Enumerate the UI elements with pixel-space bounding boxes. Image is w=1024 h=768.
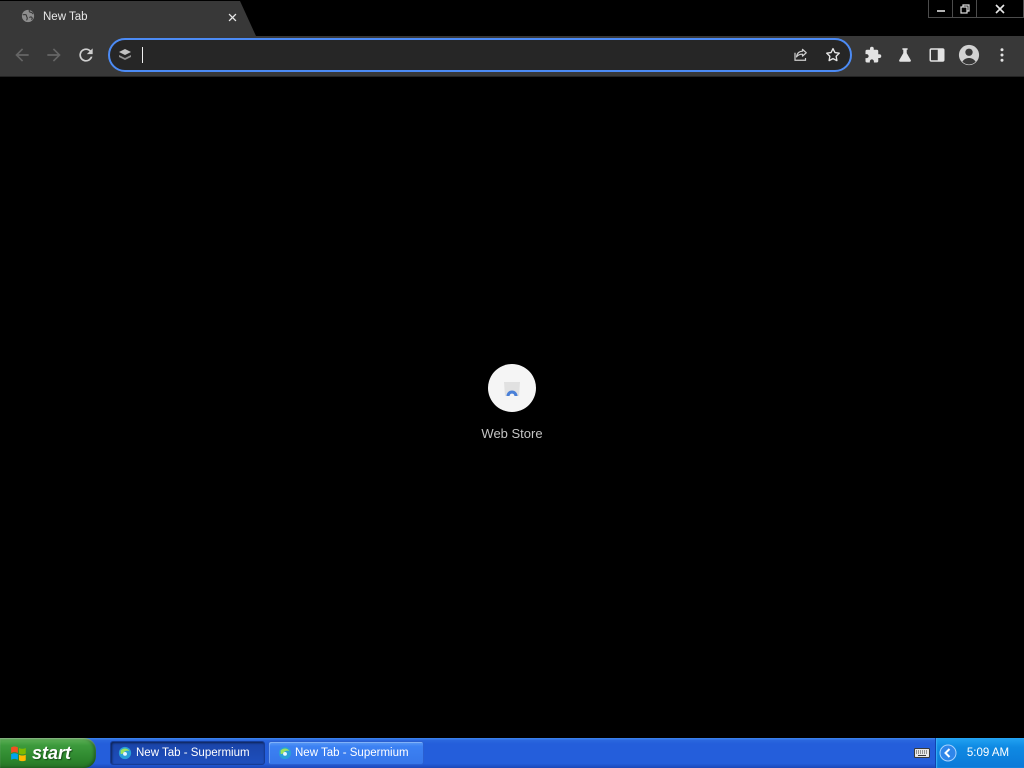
start-label: start [32,743,72,763]
side-panel-icon [929,48,945,62]
shortcut-tile-web-store[interactable]: Web Store [464,352,560,448]
taskbar-window-label: New Tab - Supermium [295,747,409,759]
labs-button[interactable] [891,41,919,69]
tab-close-button[interactable] [224,9,240,25]
arrow-left-icon [15,48,29,62]
shortcut-label: Web Store [481,426,543,441]
close-icon [995,3,1005,14]
restore-icon [959,3,970,14]
text-caret [142,47,143,63]
show-hidden-icons-button[interactable] [939,744,957,762]
share-icon [794,48,807,61]
start-button[interactable]: start [0,738,96,768]
tab-title: New Tab [43,11,88,23]
minimize-icon [936,9,945,12]
system-tray: 5:09 AM [935,738,1024,768]
taskbar: start New Tab - Supermium New Tab - Supe… [0,738,1024,768]
taskbar-window-button[interactable]: New Tab - Supermium [110,741,265,765]
chevron-left-icon [939,744,957,762]
taskbar-window-button[interactable]: New Tab - Supermium [268,741,424,765]
omnibox[interactable] [108,38,852,72]
star-outline-icon [826,47,840,62]
keyboard-icon[interactable] [914,747,930,759]
clock[interactable]: 5:09 AM [960,746,1016,760]
globe-icon [21,9,35,23]
tab-strip: New Tab [0,0,1024,36]
address-input[interactable] [146,40,786,70]
flask-icon [899,48,911,62]
shortcut-icon-circle [488,364,536,412]
supermium-icon[interactable] [118,48,132,62]
profile-button[interactable] [955,41,983,69]
windows-logo-icon [11,746,26,762]
close-icon [228,13,236,21]
back-button[interactable] [8,41,36,69]
restore-button[interactable] [953,0,977,17]
supermium-icon [278,746,292,760]
kebab-menu-icon [1000,48,1004,62]
toolbar [0,36,1024,76]
web-store-icon [504,382,520,399]
taskbar-window-label: New Tab - Supermium [136,747,250,759]
minimize-button[interactable] [929,0,953,17]
side-panel-button[interactable] [923,41,951,69]
bookmark-button[interactable] [824,46,842,64]
menu-button[interactable] [988,41,1016,69]
window-close-button[interactable] [977,0,1023,17]
share-button[interactable] [792,46,810,64]
forward-button[interactable] [40,41,68,69]
reload-button[interactable] [72,41,100,69]
new-tab-page: Web Store [0,77,1024,738]
puzzle-icon [865,46,882,63]
window-controls [928,0,1024,18]
supermium-icon [118,746,132,760]
reload-icon [79,48,93,62]
extensions-button[interactable] [859,41,887,69]
profile-avatar-icon [958,44,980,66]
tab-new-tab[interactable]: New Tab [0,1,256,36]
arrow-right-icon [47,48,61,62]
